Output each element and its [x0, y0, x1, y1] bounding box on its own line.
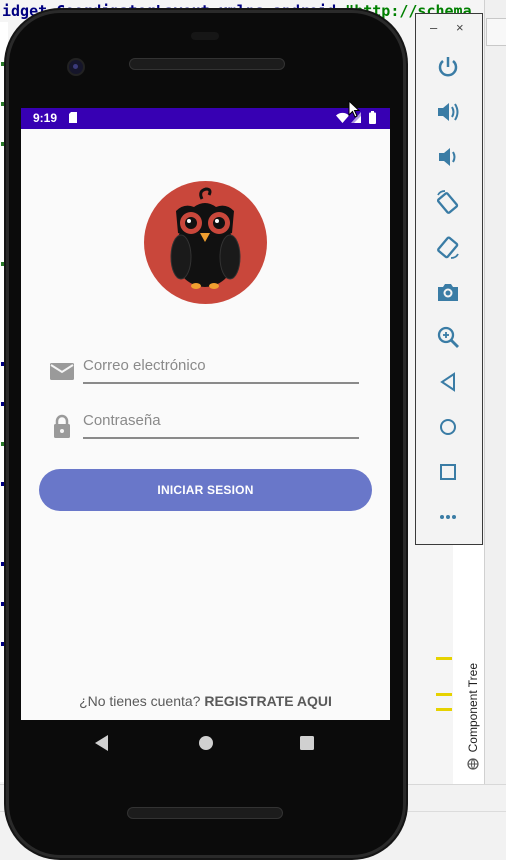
- nav-recents-icon[interactable]: [300, 736, 314, 750]
- phone-device-frame: 9:19 Correo electrónico INICIAR SESION ¿…: [6, 10, 406, 858]
- register-prompt: ¿No tienes cuenta? REGISTRATE AQUI: [21, 693, 390, 709]
- register-link[interactable]: REGISTRATE AQUI: [204, 693, 332, 709]
- emulator-toolbar: – ×: [415, 13, 483, 545]
- globe-icon: [467, 758, 479, 770]
- rotate-right-icon[interactable]: [435, 234, 461, 260]
- email-field: [49, 352, 361, 388]
- email-input[interactable]: [83, 352, 359, 384]
- bottom-speaker: [127, 807, 283, 819]
- more-icon[interactable]: [435, 504, 461, 530]
- layout-view-icon[interactable]: [486, 18, 506, 46]
- battery-icon: [369, 111, 376, 124]
- sd-card-icon: [69, 112, 77, 123]
- register-question: ¿No tienes cuenta?: [79, 693, 201, 709]
- front-camera: [67, 58, 85, 76]
- component-tree-label: Component Tree: [466, 662, 480, 752]
- volume-down-icon[interactable]: [435, 144, 461, 170]
- nav-home-icon[interactable]: [198, 735, 214, 751]
- component-tree-tab[interactable]: Component Tree: [463, 640, 483, 770]
- power-icon[interactable]: [435, 54, 461, 80]
- password-field: [49, 407, 361, 443]
- back-icon[interactable]: [435, 369, 461, 395]
- close-button[interactable]: ×: [456, 20, 464, 35]
- status-time: 9:19: [33, 111, 58, 125]
- home-icon[interactable]: [435, 414, 461, 440]
- app-screen: 9:19 Correo electrónico INICIAR SESION ¿…: [21, 108, 390, 720]
- password-input[interactable]: [83, 407, 359, 439]
- warning-marker: [436, 657, 452, 660]
- emulator-window-controls: – ×: [416, 20, 482, 40]
- camera-icon[interactable]: [435, 279, 461, 305]
- rotate-left-icon[interactable]: [435, 189, 461, 215]
- nav-back-icon[interactable]: [95, 735, 109, 751]
- zoom-icon[interactable]: [435, 324, 461, 350]
- mouse-pointer-icon: [348, 100, 360, 118]
- volume-up-icon[interactable]: [435, 99, 461, 125]
- status-bar: 9:19: [21, 108, 390, 129]
- device-notch: [191, 32, 219, 40]
- mail-icon: [50, 363, 74, 380]
- overview-icon[interactable]: [435, 459, 461, 485]
- lock-icon: [54, 414, 70, 438]
- login-button[interactable]: INICIAR SESION: [39, 469, 372, 511]
- ide-side-panel: [484, 0, 506, 790]
- warning-marker: [436, 693, 452, 696]
- top-speaker: [129, 58, 285, 70]
- owl-logo: [144, 181, 267, 304]
- warning-marker: [436, 708, 452, 711]
- minimize-button[interactable]: –: [430, 20, 437, 35]
